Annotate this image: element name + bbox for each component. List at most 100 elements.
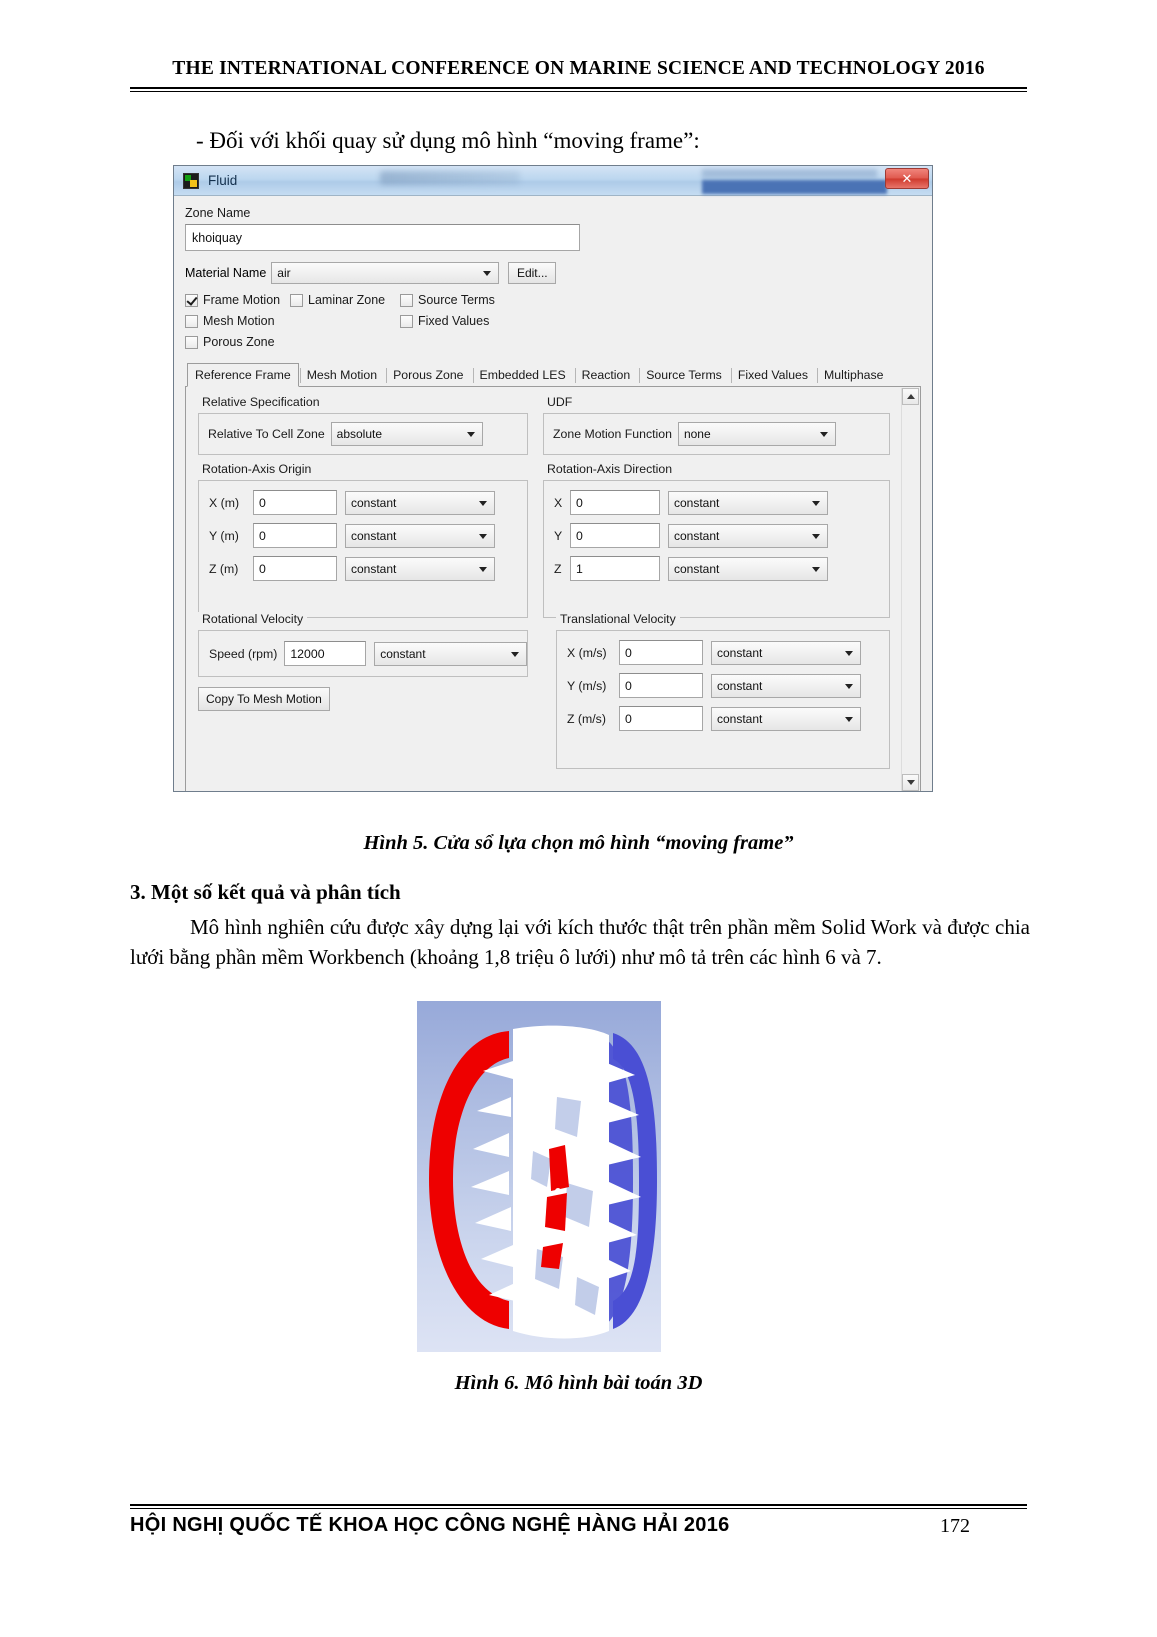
tab-mesh-motion[interactable]: Mesh Motion <box>299 364 385 386</box>
reference-frame-panel: Relative Specification Relative To Cell … <box>185 387 921 791</box>
translational-row-x: X (m/s) 0 constant <box>567 640 889 665</box>
origin-x-method-value: constant <box>351 495 397 510</box>
chevron-down-icon <box>845 716 853 722</box>
checkbox-box-icon <box>185 293 198 307</box>
direction-x-input[interactable]: 0 <box>570 490 660 515</box>
panel-vertical-scrollbar[interactable] <box>901 388 919 791</box>
material-name-value: air <box>277 266 291 280</box>
tab-multiphase[interactable]: Multiphase <box>816 364 891 386</box>
chevron-down-icon <box>479 533 487 539</box>
speed-label: Speed (rpm) <box>209 646 278 661</box>
footer-conference-name: HỘI NGHỊ QUỐC TẾ KHOA HỌC CÔNG NGHỆ HÀNG… <box>130 1514 730 1536</box>
chevron-down-icon <box>479 566 487 572</box>
chevron-down-icon <box>819 432 828 437</box>
translational-row-z: Z (m/s) 0 constant <box>567 706 889 731</box>
speed-input[interactable]: 12000 <box>284 641 367 666</box>
direction-x-method-value: constant <box>674 495 720 510</box>
translational-y-input[interactable]: 0 <box>619 673 703 698</box>
translational-row-y: Y (m/s) 0 constant <box>567 673 889 698</box>
speed-method-combo[interactable]: constant <box>374 641 527 666</box>
translational-x-method-combo[interactable]: constant <box>711 640 861 665</box>
rotation-axis-direction-title: Rotation-Axis Direction <box>543 462 677 476</box>
checkbox-row-1: Frame Motion Laminar Zone Source Terms <box>185 293 921 307</box>
translational-velocity-group: X (m/s) 0 constant Y (m/s) 0 constant Z … <box>556 630 890 769</box>
scroll-up-icon[interactable] <box>902 388 919 405</box>
hub-center-dot <box>555 1188 561 1194</box>
rotation-axis-direction-group: X 0 constant Y 0 constant Z 1 constant <box>543 480 890 618</box>
zone-name-label: Zone Name <box>185 206 251 220</box>
direction-z-method-value: constant <box>674 561 720 576</box>
translational-x-input[interactable]: 0 <box>619 640 703 665</box>
checkbox-laminar-zone[interactable]: Laminar Zone <box>290 293 400 307</box>
direction-z-method-combo[interactable]: constant <box>668 556 828 581</box>
checkbox-row-2: Mesh Motion Fixed Values <box>185 314 921 328</box>
translational-x-method-value: constant <box>717 645 763 660</box>
checkbox-label: Mesh Motion <box>203 314 275 328</box>
checkbox-porous-zone[interactable]: Porous Zone <box>185 335 275 349</box>
zone-motion-function-combo[interactable]: none <box>677 422 836 446</box>
direction-row-y: Y 0 constant <box>554 523 889 548</box>
scroll-down-icon[interactable] <box>902 774 919 791</box>
checkbox-label: Frame Motion <box>203 293 281 307</box>
checkbox-row-3: Porous Zone <box>185 335 921 349</box>
close-icon[interactable]: ✕ <box>885 168 929 189</box>
origin-x-method-combo[interactable]: constant <box>345 490 495 515</box>
relative-specification-group: Relative To Cell Zone absolute <box>198 413 528 455</box>
chevron-down-icon <box>812 533 820 539</box>
material-name-combo[interactable]: air <box>271 262 500 284</box>
origin-y-label: Y (m) <box>209 528 239 543</box>
chevron-down-icon <box>479 500 487 506</box>
checkbox-label: Laminar Zone <box>308 293 386 307</box>
direction-row-z: Z 1 constant <box>554 556 889 581</box>
origin-y-method-value: constant <box>351 528 397 543</box>
translational-z-method-combo[interactable]: constant <box>711 706 861 731</box>
3d-model-graphic <box>417 1001 661 1352</box>
checkbox-mesh-motion[interactable]: Mesh Motion <box>185 314 400 328</box>
figure6-3d-model-image <box>417 1001 661 1352</box>
chevron-down-icon <box>812 566 820 572</box>
tab-embedded-les[interactable]: Embedded LES <box>472 364 574 386</box>
relative-to-cell-zone-combo[interactable]: absolute <box>330 422 483 446</box>
direction-z-input[interactable]: 1 <box>570 556 660 581</box>
tab-reference-frame[interactable]: Reference Frame <box>187 363 299 387</box>
dialog-titlebar[interactable]: Fluid ✕ <box>174 166 932 196</box>
speed-method-value: constant <box>380 646 426 661</box>
section3-heading: 3. Một số kết quả và phân tích <box>130 880 401 904</box>
tab-porous-zone[interactable]: Porous Zone <box>385 364 471 386</box>
checkbox-source-terms[interactable]: Source Terms <box>400 293 495 307</box>
origin-row-z: Z (m) 0 constant <box>209 556 527 581</box>
translational-z-input[interactable]: 0 <box>619 706 703 731</box>
chevron-down-icon <box>845 683 853 689</box>
tab-fixed-values[interactable]: Fixed Values <box>730 364 816 386</box>
checkbox-box-icon <box>400 314 413 328</box>
blurred-background-bar <box>702 180 887 194</box>
edit-material-button[interactable]: Edit... <box>508 262 557 284</box>
origin-y-input[interactable]: 0 <box>253 523 337 548</box>
rotational-velocity-group: Speed (rpm) 12000 constant <box>198 630 528 677</box>
chevron-down-icon <box>466 432 475 437</box>
origin-y-method-combo[interactable]: constant <box>345 523 495 548</box>
origin-z-method-combo[interactable]: constant <box>345 556 495 581</box>
checkbox-frame-motion[interactable]: Frame Motion <box>185 293 290 307</box>
origin-x-input[interactable]: 0 <box>253 490 337 515</box>
rotational-velocity-title: Rotational Velocity <box>198 612 308 626</box>
dialog-title: Fluid <box>208 173 238 188</box>
direction-y-input[interactable]: 0 <box>570 523 660 548</box>
copy-to-mesh-motion-button[interactable]: Copy To Mesh Motion <box>198 687 330 711</box>
blurred-background-text-a <box>380 171 520 185</box>
origin-z-input[interactable]: 0 <box>253 556 337 581</box>
zone-name-input[interactable]: khoiquay <box>185 224 580 251</box>
checkbox-box-icon <box>185 335 198 349</box>
checkbox-fixed-values[interactable]: Fixed Values <box>400 314 489 328</box>
tab-reaction[interactable]: Reaction <box>574 364 639 386</box>
tab-source-terms[interactable]: Source Terms <box>638 364 730 386</box>
checkbox-label: Fixed Values <box>418 314 490 328</box>
translational-y-method-combo[interactable]: constant <box>711 673 861 698</box>
direction-x-method-combo[interactable]: constant <box>668 490 828 515</box>
direction-y-method-combo[interactable]: constant <box>668 523 828 548</box>
relative-to-cell-zone-value: absolute <box>336 427 383 441</box>
origin-row-y: Y (m) 0 constant <box>209 523 527 548</box>
direction-y-method-value: constant <box>674 528 720 543</box>
footer-page-number: 172 <box>940 1515 970 1537</box>
chevron-down-icon <box>812 500 820 506</box>
